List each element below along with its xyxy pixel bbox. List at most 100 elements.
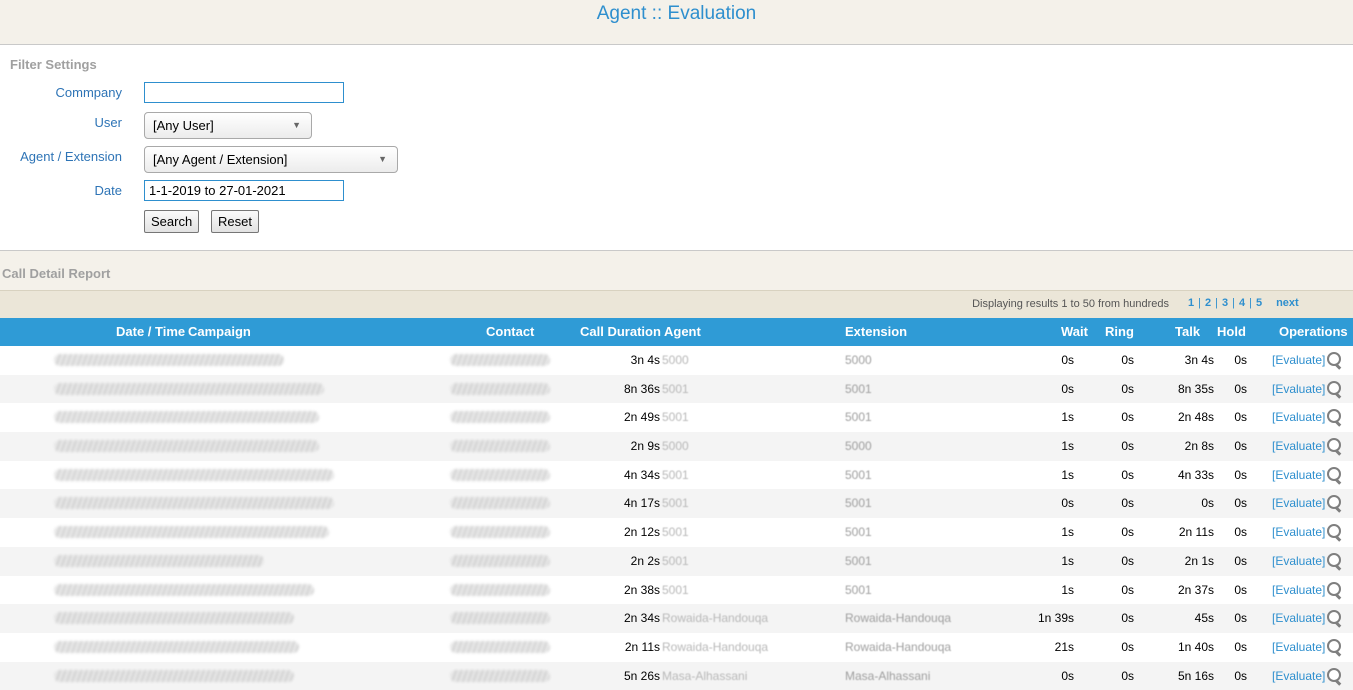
cell-wait: 0s <box>1061 353 1074 367</box>
magnifier-icon[interactable] <box>1326 495 1342 510</box>
pager-summary: Displaying results 1 to 50 from hundreds <box>972 298 1169 310</box>
magnifier-icon[interactable] <box>1326 380 1342 396</box>
magnifier-icon[interactable] <box>1326 466 1342 482</box>
cell-talk: 8n 35s <box>1177 381 1214 396</box>
cell-call-duration: 2n 49s <box>623 410 660 425</box>
col-wait[interactable]: Wait <box>1061 324 1088 339</box>
cell-hold: 0s <box>1234 553 1247 568</box>
filter-panel: Filter Settings Commpany User [Any User]… <box>0 44 1353 251</box>
cell-talk: 45s <box>1194 611 1214 626</box>
evaluate-link[interactable]: [Evaluate] <box>1272 353 1325 367</box>
redacted-contact <box>450 411 550 424</box>
evaluate-link[interactable]: [Evaluate] <box>1272 525 1325 539</box>
cell-hold: 0s <box>1234 668 1247 683</box>
chevron-down-icon: ▼ <box>292 120 301 130</box>
redacted-contact <box>450 526 550 539</box>
cell-extension: 5001 <box>845 467 872 482</box>
col-ring[interactable]: Ring <box>1105 324 1134 339</box>
user-label: User <box>94 115 122 130</box>
cell-agent: Rowaida-Handouqa <box>662 639 769 654</box>
cell-wait: 21s <box>1054 639 1074 654</box>
cell-ring: 0s <box>1121 381 1134 396</box>
reset-button[interactable]: Reset <box>211 210 259 233</box>
page-link-5[interactable]: 5 <box>1256 297 1262 309</box>
magnifier-icon[interactable] <box>1326 552 1342 568</box>
magnifier-icon[interactable] <box>1326 638 1342 654</box>
magnifier-icon[interactable] <box>1326 524 1342 539</box>
evaluate-link[interactable]: [Evaluate] <box>1272 382 1325 396</box>
page-link-2[interactable]: 2 <box>1205 297 1211 309</box>
cell-call-duration: 2n 9s <box>630 439 660 454</box>
magnifier-icon[interactable] <box>1326 409 1342 424</box>
cell-extension: 5000 <box>845 439 872 454</box>
evaluate-link[interactable]: [Evaluate] <box>1272 439 1325 453</box>
evaluate-link[interactable]: [Evaluate] <box>1272 468 1325 482</box>
col-contact[interactable]: Contact <box>486 324 534 339</box>
magnifier-icon[interactable] <box>1326 667 1342 683</box>
cell-agent: 5001 <box>662 410 689 425</box>
user-select[interactable]: [Any User] ▼ <box>144 112 312 139</box>
next-page-link[interactable]: next <box>1276 297 1299 309</box>
magnifier-icon[interactable] <box>1326 438 1342 453</box>
cell-operations: [Evaluate] <box>1272 466 1342 482</box>
page-title: Agent :: Evaluation <box>0 0 1353 44</box>
cell-wait: 0s <box>1061 496 1074 511</box>
cell-hold: 0s <box>1234 525 1247 540</box>
col-talk[interactable]: Talk <box>1175 324 1200 339</box>
page-link-4[interactable]: 4 <box>1239 297 1245 309</box>
magnifier-icon[interactable] <box>1326 581 1342 597</box>
cell-operations: [Evaluate] <box>1272 638 1342 654</box>
page-link-3[interactable]: 3 <box>1222 297 1228 309</box>
col-campaign[interactable]: Campaign <box>188 324 251 339</box>
cell-talk: 2n 37s <box>1177 582 1214 597</box>
col-datetime[interactable]: Date / Time <box>116 324 185 339</box>
redacted-contact <box>450 440 550 453</box>
evaluate-link[interactable]: [Evaluate] <box>1272 583 1325 597</box>
cell-operations: [Evaluate] <box>1272 380 1342 396</box>
cell-extension: 5000 <box>845 353 872 367</box>
col-hold[interactable]: Hold <box>1217 324 1246 339</box>
evaluate-link[interactable]: [Evaluate] <box>1272 640 1325 654</box>
cell-operations: [Evaluate] <box>1272 610 1342 625</box>
evaluate-link[interactable]: [Evaluate] <box>1272 410 1325 424</box>
redacted-contact <box>450 497 550 510</box>
col-extension[interactable]: Extension <box>845 324 907 339</box>
table-row: 2n 34s Rowaida-Handouqa Rowaida-Handouqa 1n… <box>0 604 1353 633</box>
cell-talk: 0s <box>1201 496 1214 511</box>
date-input[interactable] <box>144 180 344 201</box>
agent-extension-select[interactable]: [Any Agent / Extension] ▼ <box>144 146 398 173</box>
pager-separator: | <box>1198 297 1201 309</box>
table-row: 4n 17s 5001 5001 0s 0s 0s 0s [Evaluate] <box>0 489 1353 519</box>
magnifier-icon[interactable] <box>1326 610 1342 625</box>
cell-agent: 5001 <box>662 582 689 597</box>
cell-hold: 0s <box>1234 639 1247 654</box>
cell-operations: [Evaluate] <box>1272 438 1342 453</box>
cell-hold: 0s <box>1234 467 1247 482</box>
col-agent[interactable]: Agent <box>664 324 701 339</box>
table-row: 2n 11s Rowaida-Handouqa Rowaida-Handouqa 21… <box>0 632 1353 662</box>
search-button[interactable]: Search <box>144 210 200 233</box>
cell-hold: 0s <box>1234 353 1247 367</box>
page-link-1[interactable]: 1 <box>1188 297 1194 309</box>
company-input[interactable] <box>144 82 344 103</box>
company-label: Commpany <box>55 85 122 100</box>
cell-operations: [Evaluate] <box>1272 667 1342 683</box>
evaluate-link[interactable]: [Evaluate] <box>1272 554 1325 568</box>
redacted-contact <box>450 554 550 567</box>
cell-call-duration: 5n 26s <box>623 668 660 683</box>
cell-ring: 0s <box>1121 410 1134 425</box>
table-header: Date / Time Campaign Contact Call Durati… <box>0 318 1353 346</box>
cell-call-duration: 4n 17s <box>623 496 660 511</box>
cell-ring: 0s <box>1121 553 1134 568</box>
evaluate-link[interactable]: [Evaluate] <box>1272 496 1325 510</box>
table-row: 2n 49s 5001 5001 1s 0s 2n 48s 0s [Evaluate] <box>0 403 1353 433</box>
evaluate-link[interactable]: [Evaluate] <box>1272 669 1325 683</box>
cell-talk: 2n 1s <box>1184 553 1214 568</box>
evaluate-link[interactable]: [Evaluate] <box>1272 611 1325 625</box>
col-call-duration[interactable]: Call Duration <box>580 324 661 339</box>
magnifier-icon[interactable] <box>1326 352 1342 367</box>
cell-hold: 0s <box>1234 381 1247 396</box>
redacted-datetime-campaign <box>54 669 294 682</box>
cell-extension: Rowaida-Handouqa <box>845 611 952 626</box>
redacted-contact <box>450 669 550 682</box>
